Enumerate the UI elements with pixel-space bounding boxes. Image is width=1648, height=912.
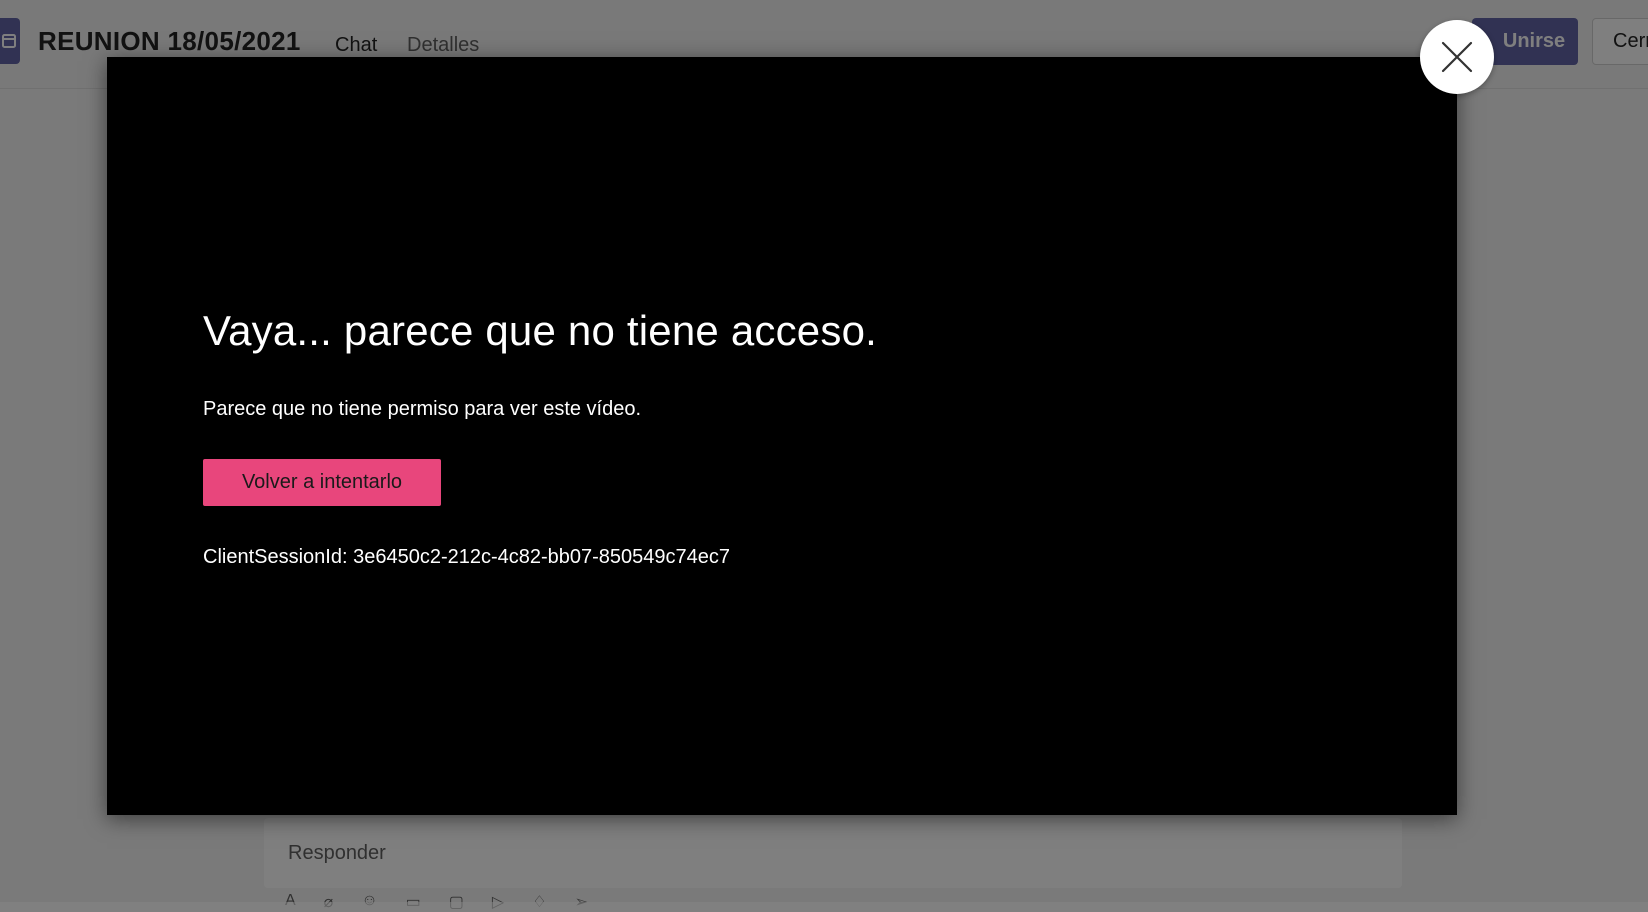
retry-button[interactable]: Volver a intentarlo <box>203 459 441 506</box>
close-icon <box>1441 41 1473 73</box>
error-message: Parece que no tiene permiso para ver est… <box>203 398 642 420</box>
client-session-id: ClientSessionId: 3e6450c2-212c-4c82-bb07… <box>203 546 731 568</box>
video-player-modal: Vaya... parece que no tiene acceso. Pare… <box>107 57 1457 815</box>
close-viewer-button[interactable] <box>1420 20 1494 94</box>
error-title: Vaya... parece que no tiene acceso. <box>203 307 877 354</box>
